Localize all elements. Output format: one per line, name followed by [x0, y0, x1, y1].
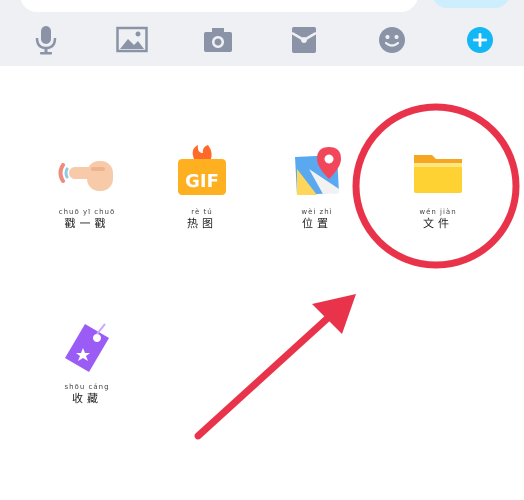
app-label: 热图	[187, 217, 217, 230]
microphone-icon[interactable]	[26, 20, 66, 60]
folder-icon	[414, 155, 462, 193]
app-files[interactable]: wén jiàn 文件	[383, 145, 493, 229]
chat-input-toolbar	[0, 0, 524, 66]
emoji-icon[interactable]	[372, 20, 412, 60]
app-label: 收藏	[72, 392, 102, 405]
pinyin-label: wèi zhì	[301, 208, 333, 216]
app-label: 文件	[423, 217, 453, 230]
app-favorites[interactable]: shōu cáng 收藏	[32, 320, 142, 404]
favorites-ticket-icon	[65, 323, 109, 372]
pinyin-label: chuō yī chuō	[58, 208, 116, 216]
image-icon[interactable]	[112, 20, 152, 60]
plus-icon[interactable]	[460, 20, 500, 60]
pinyin-label: rè tú	[191, 208, 213, 216]
app-label: 戳一戳	[64, 217, 110, 230]
send-button[interactable]	[432, 0, 510, 8]
gif-icon: GIF	[178, 145, 226, 195]
app-label: 位置	[302, 217, 332, 230]
gif-label: GIF	[185, 171, 219, 192]
app-poke[interactable]: chuō yī chuō 戳一戳	[32, 145, 142, 229]
pointer-arrow-head	[312, 294, 356, 334]
annotation-overlay	[194, 103, 520, 440]
pointer-arrow-shaft	[194, 312, 334, 440]
poke-hand-icon	[58, 161, 113, 191]
app-location[interactable]: wèi zhì 位置	[262, 145, 372, 229]
pinyin-label: wén jiàn	[419, 208, 457, 216]
message-input[interactable]	[20, 0, 418, 12]
location-map-icon	[295, 147, 341, 195]
pinyin-label: shōu cáng	[64, 383, 110, 391]
app-hot-pics[interactable]: GIF rè tú 热图	[147, 145, 257, 229]
camera-icon[interactable]	[198, 20, 238, 60]
red-packet-icon[interactable]	[284, 20, 324, 60]
